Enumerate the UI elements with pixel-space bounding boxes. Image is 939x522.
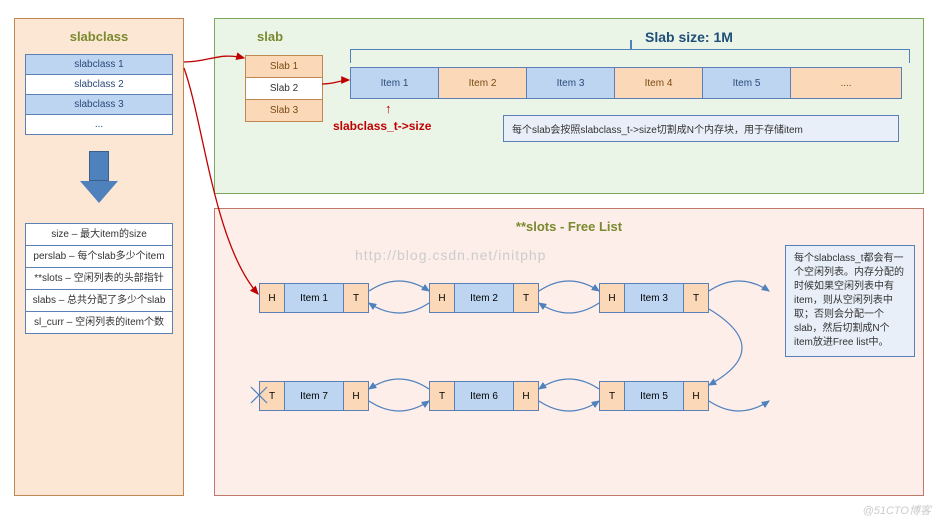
field-row: sl_curr – 空闲列表的item个数 <box>26 312 172 333</box>
node-head: H <box>344 382 368 410</box>
size-label: slabclass_t->size <box>333 119 431 133</box>
watermark-text: http://blog.csdn.net/initphp <box>355 247 546 263</box>
slabclass-title: slabclass <box>25 29 173 44</box>
node-head: H <box>260 284 284 312</box>
node-tail: T <box>344 284 368 312</box>
slab-list: Slab 1 Slab 2 Slab 3 <box>245 55 323 122</box>
node-body: Item 5 <box>624 382 684 410</box>
slabclass-row: ... <box>26 115 172 134</box>
node-head: H <box>514 382 538 410</box>
slabclass-list: slabclass 1 slabclass 2 slabclass 3 ... <box>25 54 173 135</box>
item-cell: Item 2 <box>439 68 527 98</box>
freelist-node: HItem 2T <box>429 283 539 313</box>
freelist-node: TItem 5H <box>599 381 709 411</box>
node-body: Item 6 <box>454 382 514 410</box>
field-row: **slots – 空闲列表的头部指针 <box>26 268 172 290</box>
node-head: H <box>600 284 624 312</box>
freelist-node: TItem 7H <box>259 381 369 411</box>
field-row: perslab – 每个slab多少个item <box>26 246 172 268</box>
slab-row: Slab 3 <box>246 100 322 121</box>
freelist-title: **slots - Free List <box>225 219 913 234</box>
item-cell: .... <box>791 68 901 98</box>
field-row: size – 最大item的size <box>26 224 172 246</box>
slabclass-panel: slabclass slabclass 1 slabclass 2 slabcl… <box>14 18 184 496</box>
item-cell: Item 5 <box>703 68 791 98</box>
size-bracket-icon <box>350 49 910 63</box>
node-body: Item 7 <box>284 382 344 410</box>
node-head: H <box>684 382 708 410</box>
slab-size-title: Slab size: 1M <box>645 29 733 45</box>
node-tail: T <box>600 382 624 410</box>
node-head: H <box>430 284 454 312</box>
field-row: slabs – 总共分配了多少个slab <box>26 290 172 312</box>
slabclass-row: slabclass 2 <box>26 75 172 95</box>
node-tail: T <box>260 382 284 410</box>
node-body: Item 3 <box>624 284 684 312</box>
item-cell: Item 1 <box>351 68 439 98</box>
freelist-node: HItem 3T <box>599 283 709 313</box>
node-body: Item 1 <box>284 284 344 312</box>
freelist-node: HItem 1T <box>259 283 369 313</box>
freelist-note: 每个slabclass_t都会有一个空闲列表。内存分配的时候如果空闲列表中有it… <box>785 245 915 357</box>
slabclass-fields: size – 最大item的size perslab – 每个slab多少个it… <box>25 223 173 334</box>
item-cell: Item 3 <box>527 68 615 98</box>
node-body: Item 2 <box>454 284 514 312</box>
footer-watermark: @51CTO博客 <box>863 502 931 518</box>
freelist-node: TItem 6H <box>429 381 539 411</box>
slab-row: Slab 2 <box>246 78 322 100</box>
freelist-panel: **slots - Free List http://blog.csdn.net… <box>214 208 924 496</box>
slab-title: slab <box>257 29 283 44</box>
slab-panel: slab Slab size: 1M Slab 1 Slab 2 Slab 3 … <box>214 18 924 194</box>
item-row: Item 1 Item 2 Item 3 Item 4 Item 5 .... <box>350 67 902 99</box>
item-cell: Item 4 <box>615 68 703 98</box>
pointer-up-icon: ↑ <box>385 101 392 116</box>
slabclass-row: slabclass 1 <box>26 55 172 75</box>
node-tail: T <box>430 382 454 410</box>
slab-note: 每个slab会按照slabclass_t->size切割成N个内存块，用于存储i… <box>503 115 899 142</box>
slabclass-row: slabclass 3 <box>26 95 172 115</box>
slab-row: Slab 1 <box>246 56 322 78</box>
node-tail: T <box>684 284 708 312</box>
node-tail: T <box>514 284 538 312</box>
arrow-down-icon <box>80 151 118 207</box>
